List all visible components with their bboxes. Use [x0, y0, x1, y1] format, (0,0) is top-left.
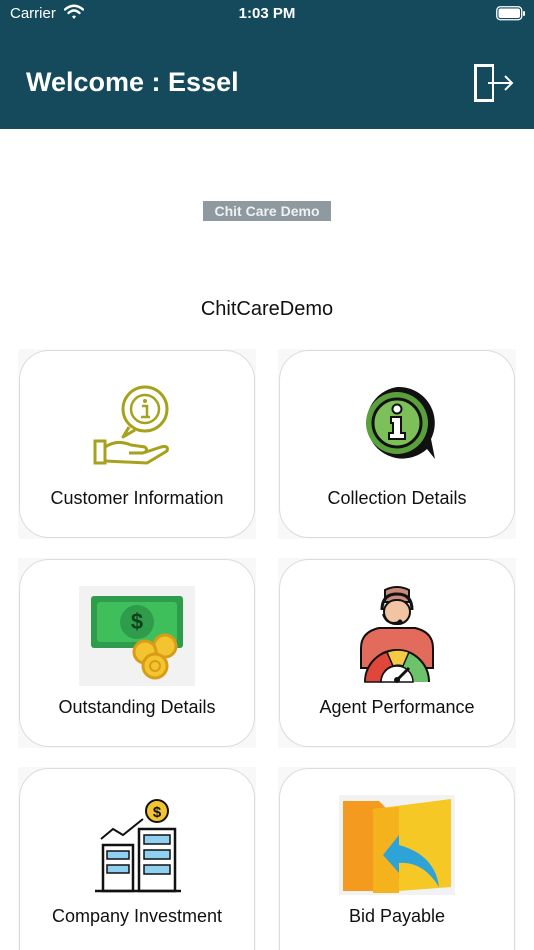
hand-info-icon	[93, 385, 169, 465]
info-bubble-icon	[366, 386, 435, 459]
menu-tile-customer-information[interactable]: Customer Information	[18, 349, 256, 539]
company-logo: Chit Care Demo	[203, 201, 331, 221]
tile-card: Agent Performance	[279, 559, 515, 747]
tile-label: Outstanding Details	[58, 697, 216, 717]
company-name: ChitCareDemo	[200, 298, 334, 320]
status-bar: Carrier 1:03 PM	[0, 0, 534, 28]
app-header: Carrier 1:03 PM Welcome : Essel	[0, 0, 534, 129]
menu-tile-outstanding-details[interactable]: $ Outstanding Details	[18, 558, 256, 748]
logout-icon	[474, 64, 514, 102]
tile-label: Company Investment	[51, 906, 223, 926]
money-coins-icon: $	[79, 586, 195, 686]
tile-label: Customer Information	[50, 488, 224, 508]
menu-tile-bid-payable[interactable]: Bid Payable	[278, 767, 516, 950]
menu-tile-agent-performance[interactable]: Agent Performance	[278, 558, 516, 748]
logout-button[interactable]	[470, 60, 516, 106]
svg-text:$: $	[131, 609, 143, 634]
menu-tile-company-investment[interactable]: $ Company Investment	[18, 767, 256, 950]
welcome-title: Welcome : Essel	[26, 67, 239, 97]
battery-icon	[496, 6, 525, 21]
menu-tile-collection-details[interactable]: Collection Details	[278, 349, 516, 539]
tile-label: Bid Payable	[348, 906, 446, 926]
tile-label: Agent Performance	[319, 697, 475, 717]
tile-label: Collection Details	[327, 488, 467, 508]
status-time: 1:03 PM	[238, 5, 296, 22]
tile-card: Customer Information	[19, 350, 255, 538]
tile-card: $ Outstanding Details	[19, 559, 255, 747]
svg-text:$: $	[153, 804, 162, 821]
folder-return-icon	[339, 795, 455, 895]
buildings-investment-icon: $	[95, 799, 181, 893]
tile-card: $ Company Investment	[19, 768, 255, 950]
agent-gauge-icon	[360, 586, 434, 683]
tile-card: Bid Payable	[279, 768, 515, 950]
tile-card: Collection Details	[279, 350, 515, 538]
